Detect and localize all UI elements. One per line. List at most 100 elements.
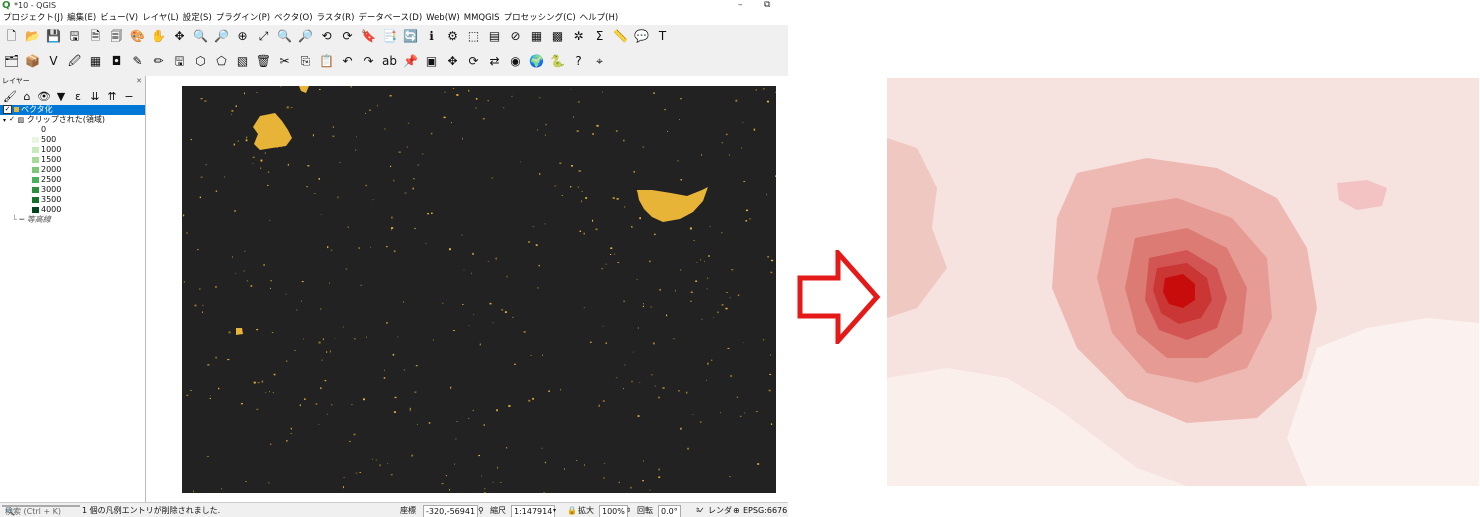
style-manager-icon[interactable]: 🎨	[129, 28, 146, 45]
new-print-layout-icon[interactable]: 🗎	[87, 28, 104, 45]
redo-icon[interactable]: ↷	[360, 53, 377, 70]
cut-features-icon[interactable]: ✂	[276, 53, 293, 70]
magnifier-spin-icon[interactable]: ⇕	[626, 503, 631, 517]
layer-visibility-checkbox[interactable]: ✓	[9, 116, 16, 123]
data-source-manager-icon[interactable]: 🗂	[3, 53, 20, 70]
add-group-icon[interactable]: ⌂	[20, 89, 34, 103]
menu-item-3[interactable]: レイヤ(L)	[142, 12, 179, 25]
menu-item-10[interactable]: MMQGIS	[464, 12, 500, 25]
python-console-icon[interactable]: 🐍	[549, 53, 566, 70]
copy-features-icon[interactable]: ⎘	[297, 53, 314, 70]
menu-item-6[interactable]: ベクタ(O)	[274, 12, 312, 25]
label-highlight-icon[interactable]: ▣	[423, 53, 440, 70]
text-annotation-icon[interactable]: T	[654, 28, 671, 45]
layer-item-vectorized[interactable]: ✓ ベクタ化	[0, 105, 145, 115]
layer-visibility-checkbox[interactable]: ✓	[3, 105, 12, 114]
layout-manager-icon[interactable]: 🗐	[108, 28, 125, 45]
map-tips-icon[interactable]: 💬	[633, 28, 650, 45]
magnifier-field[interactable]: 100%	[599, 505, 628, 517]
menu-item-7[interactable]: ラスタ(R)	[317, 12, 355, 25]
select-by-value-icon[interactable]: ▤	[486, 28, 503, 45]
collapse-all-icon[interactable]: ⇈	[105, 89, 119, 103]
new-layer-icon[interactable]: 📦	[24, 53, 41, 70]
georeferencer-icon[interactable]: 🌍	[528, 53, 545, 70]
render-checkbox[interactable]: ✓	[698, 503, 705, 517]
select-features-icon[interactable]: ⬚	[465, 28, 482, 45]
save-project-icon[interactable]: 💾	[45, 28, 62, 45]
modify-attributes-icon[interactable]: ▧	[234, 53, 251, 70]
menu-item-1[interactable]: 編集(E)	[67, 12, 96, 25]
delete-selected-icon[interactable]: 🗑	[255, 53, 272, 70]
layer-item-clipped[interactable]: ▾ ✓ ▨ クリップされた(領域)	[0, 115, 145, 125]
layer-item-contour[interactable]: └ ━ 等高線	[0, 215, 145, 225]
label-pin-icon[interactable]: 📌	[402, 53, 419, 70]
zoom-last-icon[interactable]: ⟲	[318, 28, 335, 45]
menu-item-8[interactable]: データベース(D)	[358, 12, 422, 25]
map-canvas[interactable]	[182, 86, 776, 493]
vector-polygon-small[interactable]	[236, 328, 243, 335]
run-action-icon[interactable]: ⚙	[444, 28, 461, 45]
filter-expression-icon[interactable]: ε	[71, 89, 85, 103]
open-project-icon[interactable]: 📂	[24, 28, 41, 45]
close-icon[interactable]: ✕	[136, 76, 142, 87]
coordinate-field[interactable]: -320,-56941	[423, 505, 479, 517]
undo-icon[interactable]: ↶	[339, 53, 356, 70]
add-raster-icon[interactable]: 🖉	[66, 53, 83, 70]
collapse-arrow-icon[interactable]: ▾	[3, 117, 6, 124]
coordinate-toggle-icon[interactable]: ⚲	[478, 503, 484, 517]
label-move-icon[interactable]: ✥	[444, 53, 461, 70]
add-vector-icon[interactable]: V	[45, 53, 62, 70]
save-as-icon[interactable]: 🖫	[66, 28, 83, 45]
statistics-icon[interactable]: Σ	[591, 28, 608, 45]
menu-item-0[interactable]: プロジェクト(J)	[3, 12, 63, 25]
new-project-icon[interactable]: 🗋	[3, 28, 20, 45]
measure-icon[interactable]: 📏	[612, 28, 629, 45]
label-show-icon[interactable]: ◉	[507, 53, 524, 70]
panel-toggle-icon[interactable]: ◘	[108, 53, 125, 70]
refresh-icon[interactable]: 🔄	[402, 28, 419, 45]
identify-icon[interactable]: ℹ	[423, 28, 440, 45]
manage-visibility-icon[interactable]: 👁	[37, 89, 51, 103]
scale-field[interactable]: 1:147914	[511, 505, 556, 517]
gps-icon[interactable]: ⌖	[591, 53, 608, 70]
zoom-selection-icon[interactable]: 🔍	[276, 28, 293, 45]
menu-item-5[interactable]: プラグイン(P)	[216, 12, 270, 25]
label-change-icon[interactable]: ⇄	[486, 53, 503, 70]
crs-icon[interactable]: ⊕	[733, 503, 740, 517]
label-icon[interactable]: ab	[381, 53, 398, 70]
zoom-out-icon[interactable]: 🔎	[213, 28, 230, 45]
add-feature-icon[interactable]: ⬡	[192, 53, 209, 70]
menu-item-2[interactable]: ビュー(V)	[100, 12, 138, 25]
minimize-button[interactable]: –	[738, 0, 743, 10]
menu-item-4[interactable]: 設定(S)	[183, 12, 212, 25]
rotation-field[interactable]: 0.0°	[658, 505, 681, 517]
pan-icon[interactable]: ✋	[150, 28, 167, 45]
field-calculator-icon[interactable]: ▩	[549, 28, 566, 45]
zoom-in-icon[interactable]: 🔍	[192, 28, 209, 45]
digitize-icon[interactable]: ✎	[129, 53, 146, 70]
locator-search-input[interactable]: 🔍 検索 (Ctrl + K)	[2, 505, 80, 516]
scale-dropdown-icon[interactable]: ▾	[553, 503, 556, 517]
add-mesh-icon[interactable]: ▦	[87, 53, 104, 70]
save-edits-icon[interactable]: 🖫	[171, 53, 188, 70]
crs-label[interactable]: EPSG:6676	[743, 503, 787, 517]
zoom-native-icon[interactable]: ⊕	[234, 28, 251, 45]
menu-item-12[interactable]: ヘルプ(H)	[580, 12, 619, 25]
menu-item-11[interactable]: プロセッシング(C)	[504, 12, 576, 25]
toggle-editing-icon[interactable]: ✏	[150, 53, 167, 70]
show-bookmarks-icon[interactable]: 📑	[381, 28, 398, 45]
paste-features-icon[interactable]: 📋	[318, 53, 335, 70]
toolbox-icon[interactable]: ✲	[570, 28, 587, 45]
new-bookmark-icon[interactable]: 🔖	[360, 28, 377, 45]
style-panel-icon[interactable]: 🖌	[3, 89, 17, 103]
remove-layer-icon[interactable]: −	[122, 89, 136, 103]
pan-to-selection-icon[interactable]: ✥	[171, 28, 188, 45]
deselect-icon[interactable]: ⊘	[507, 28, 524, 45]
restore-button[interactable]: ⧉	[764, 0, 770, 10]
expand-all-icon[interactable]: ⇊	[88, 89, 102, 103]
lock-icon[interactable]: 🔒	[567, 503, 577, 517]
help-icon[interactable]: ?	[570, 53, 587, 70]
filter-legend-icon[interactable]: ▼	[54, 89, 68, 103]
vertex-tool-icon[interactable]: ⬠	[213, 53, 230, 70]
zoom-full-icon[interactable]: ⤢	[255, 28, 272, 45]
